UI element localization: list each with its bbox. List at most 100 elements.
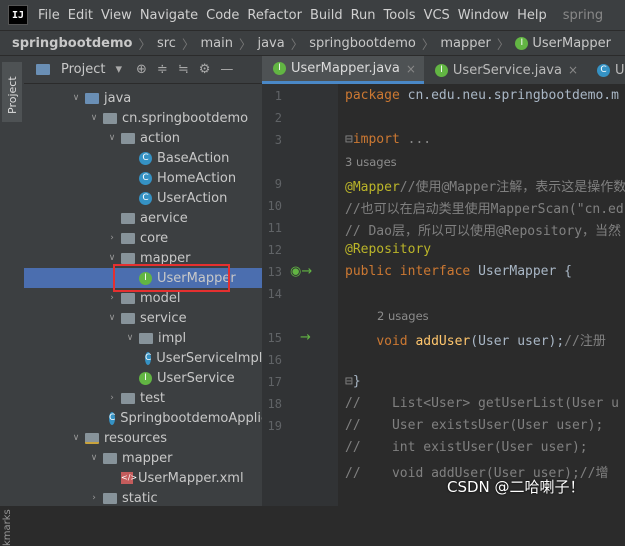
implemented-icon[interactable]: ◉→ <box>290 264 312 279</box>
tree-item[interactable]: C UserServiceImpl <box>24 348 262 368</box>
breadcrumb-item[interactable]: src <box>157 36 176 51</box>
chevron-down-icon[interactable]: ▾ <box>115 62 122 77</box>
globe-icon[interactable]: ⊕ <box>136 62 147 77</box>
breadcrumb-item[interactable]: main <box>200 36 232 51</box>
chevron-down-icon[interactable]: ∨ <box>106 313 118 323</box>
menu-file[interactable]: File <box>38 8 60 23</box>
collapse-icon[interactable]: ≑ <box>157 62 168 77</box>
breadcrumb-item[interactable]: UserMapper <box>532 36 611 51</box>
tree-item[interactable]: C HomeAction <box>24 168 262 188</box>
tree-item[interactable]: › test <box>24 388 262 408</box>
usages-hint[interactable]: 3 usages <box>345 155 397 169</box>
tree-item[interactable]: › static <box>24 488 262 506</box>
code-editor[interactable]: package cn.edu.neu.springbootdemo.m ⊟impo… <box>338 84 625 506</box>
editor-gutter: 1 2 3 9 10 11 12 13 14 15 16 17 18 19 ◉→ → <box>262 84 338 506</box>
chevron-down-icon[interactable]: ∨ <box>88 453 100 463</box>
code-line: //也可以在启动类里使用MapperScan("cn.ed <box>345 198 624 217</box>
minimize-icon[interactable]: — <box>220 62 233 77</box>
breadcrumb-item[interactable]: java <box>257 36 284 51</box>
line-number: 18 <box>267 397 282 411</box>
breadcrumb-item[interactable]: mapper <box>440 36 490 51</box>
class-icon: C <box>597 63 611 77</box>
editor-tab[interactable]: I UserService.java × <box>424 56 586 84</box>
line-number: 2 <box>274 111 282 125</box>
code-token: package <box>345 88 408 103</box>
tree-item[interactable]: I UserService <box>24 368 262 388</box>
menu-build[interactable]: Build <box>310 8 343 23</box>
chevron-down-icon[interactable]: ∨ <box>106 253 118 263</box>
chevron-down-icon[interactable]: ∨ <box>70 93 82 103</box>
code-token: import <box>352 132 408 147</box>
class-icon: C <box>139 191 152 205</box>
project-panel-title[interactable]: Project <box>61 62 105 77</box>
code-token: UserMapper { <box>478 264 572 279</box>
code-line: @Repository <box>345 242 431 257</box>
tree-item-label: SpringbootdemoApplic <box>120 410 262 426</box>
project-tool-tab[interactable]: Project <box>2 62 22 122</box>
chevron-down-icon[interactable]: ∨ <box>88 113 100 123</box>
implemented-arrow-icon[interactable]: → <box>300 330 311 345</box>
code-line: ⊟} <box>345 374 361 389</box>
usages-hint[interactable]: 2 usages <box>377 309 429 323</box>
intellij-logo-icon[interactable]: IJ <box>8 5 28 25</box>
folder-icon <box>121 232 135 244</box>
tree-item[interactable]: C UserAction <box>24 188 262 208</box>
code-token: // Dao层，所以可以使用@Repository，当然 <box>345 224 622 239</box>
menu-window[interactable]: Window <box>458 8 509 23</box>
menu-tools[interactable]: Tools <box>384 8 416 23</box>
csdn-watermark: CSDN @二哈喇子！ <box>447 478 585 496</box>
menu-view[interactable]: View <box>101 8 132 23</box>
expand-icon[interactable]: ≒ <box>178 62 189 77</box>
tree-item[interactable]: </> UserMapper.xml <box>24 468 262 488</box>
code-token: //也可以在启动类里使用MapperScan("cn.ed <box>345 202 624 217</box>
chevron-down-icon[interactable]: ∨ <box>70 433 82 443</box>
interface-icon: I <box>434 63 448 77</box>
interface-icon: I <box>139 371 152 385</box>
menu-refactor[interactable]: Refactor <box>247 8 302 23</box>
chevron-right-icon[interactable]: › <box>106 293 118 303</box>
tree-item-label: model <box>140 290 181 306</box>
code-token: // User existsUser(User user); <box>345 418 604 433</box>
tree-item[interactable]: ∨ service <box>24 308 262 328</box>
tree-item[interactable]: ∨ mapper <box>24 448 262 468</box>
tree-item[interactable]: ∨ action <box>24 128 262 148</box>
fold-icon[interactable]: ⊟ <box>345 132 353 147</box>
tree-item[interactable]: ∨ impl <box>24 328 262 348</box>
code-line: ⊟import ... <box>345 132 431 147</box>
menu-navigate[interactable]: Navigate <box>140 8 198 23</box>
gear-icon[interactable]: ⚙ <box>199 62 211 77</box>
menu-run[interactable]: Run <box>351 8 376 23</box>
breadcrumb-item[interactable]: springbootdemo <box>12 36 132 51</box>
tree-item-label: BaseAction <box>157 150 230 166</box>
chevron-right-icon[interactable]: › <box>88 493 100 503</box>
breadcrumb-item[interactable]: springbootdemo <box>309 36 416 51</box>
bookmarks-tool-tab[interactable]: kmarks <box>2 509 13 546</box>
close-icon[interactable]: × <box>406 62 416 76</box>
tree-item[interactable]: ∨ resources <box>24 428 262 448</box>
chevron-down-icon[interactable]: ∨ <box>106 133 118 143</box>
chevron-right-icon[interactable]: › <box>106 233 118 243</box>
menu-code[interactable]: Code <box>206 8 239 23</box>
breadcrumb-separator-icon: 〉 <box>181 36 195 52</box>
chevron-down-icon[interactable]: ∨ <box>124 333 136 343</box>
tree-item-label: mapper <box>122 450 173 466</box>
tree-item[interactable]: ∨ java <box>24 88 262 108</box>
editor-tab[interactable]: I UserMapper.java × <box>262 56 424 84</box>
chevron-right-icon[interactable]: › <box>106 393 118 403</box>
code-line: // List<User> getUserList(User u <box>345 396 619 411</box>
line-number: 9 <box>274 177 282 191</box>
menu-help[interactable]: Help <box>517 8 547 23</box>
tree-item[interactable]: ∨ cn.springbootdemo <box>24 108 262 128</box>
tree-item[interactable]: aervice <box>24 208 262 228</box>
tree-item[interactable]: C BaseAction <box>24 148 262 168</box>
fold-icon[interactable]: ⊟ <box>345 374 353 389</box>
code-token: // int existUser(User user); <box>345 440 588 455</box>
menu-edit[interactable]: Edit <box>68 8 93 23</box>
tree-item-label: test <box>140 390 165 406</box>
tree-item[interactable]: › core <box>24 228 262 248</box>
editor-tab[interactable]: C UserSe <box>586 56 625 84</box>
close-icon[interactable]: × <box>568 63 578 77</box>
menu-vcs[interactable]: VCS <box>424 8 450 23</box>
tree-item[interactable]: C SpringbootdemoApplic <box>24 408 262 428</box>
resources-folder-icon <box>85 432 99 444</box>
